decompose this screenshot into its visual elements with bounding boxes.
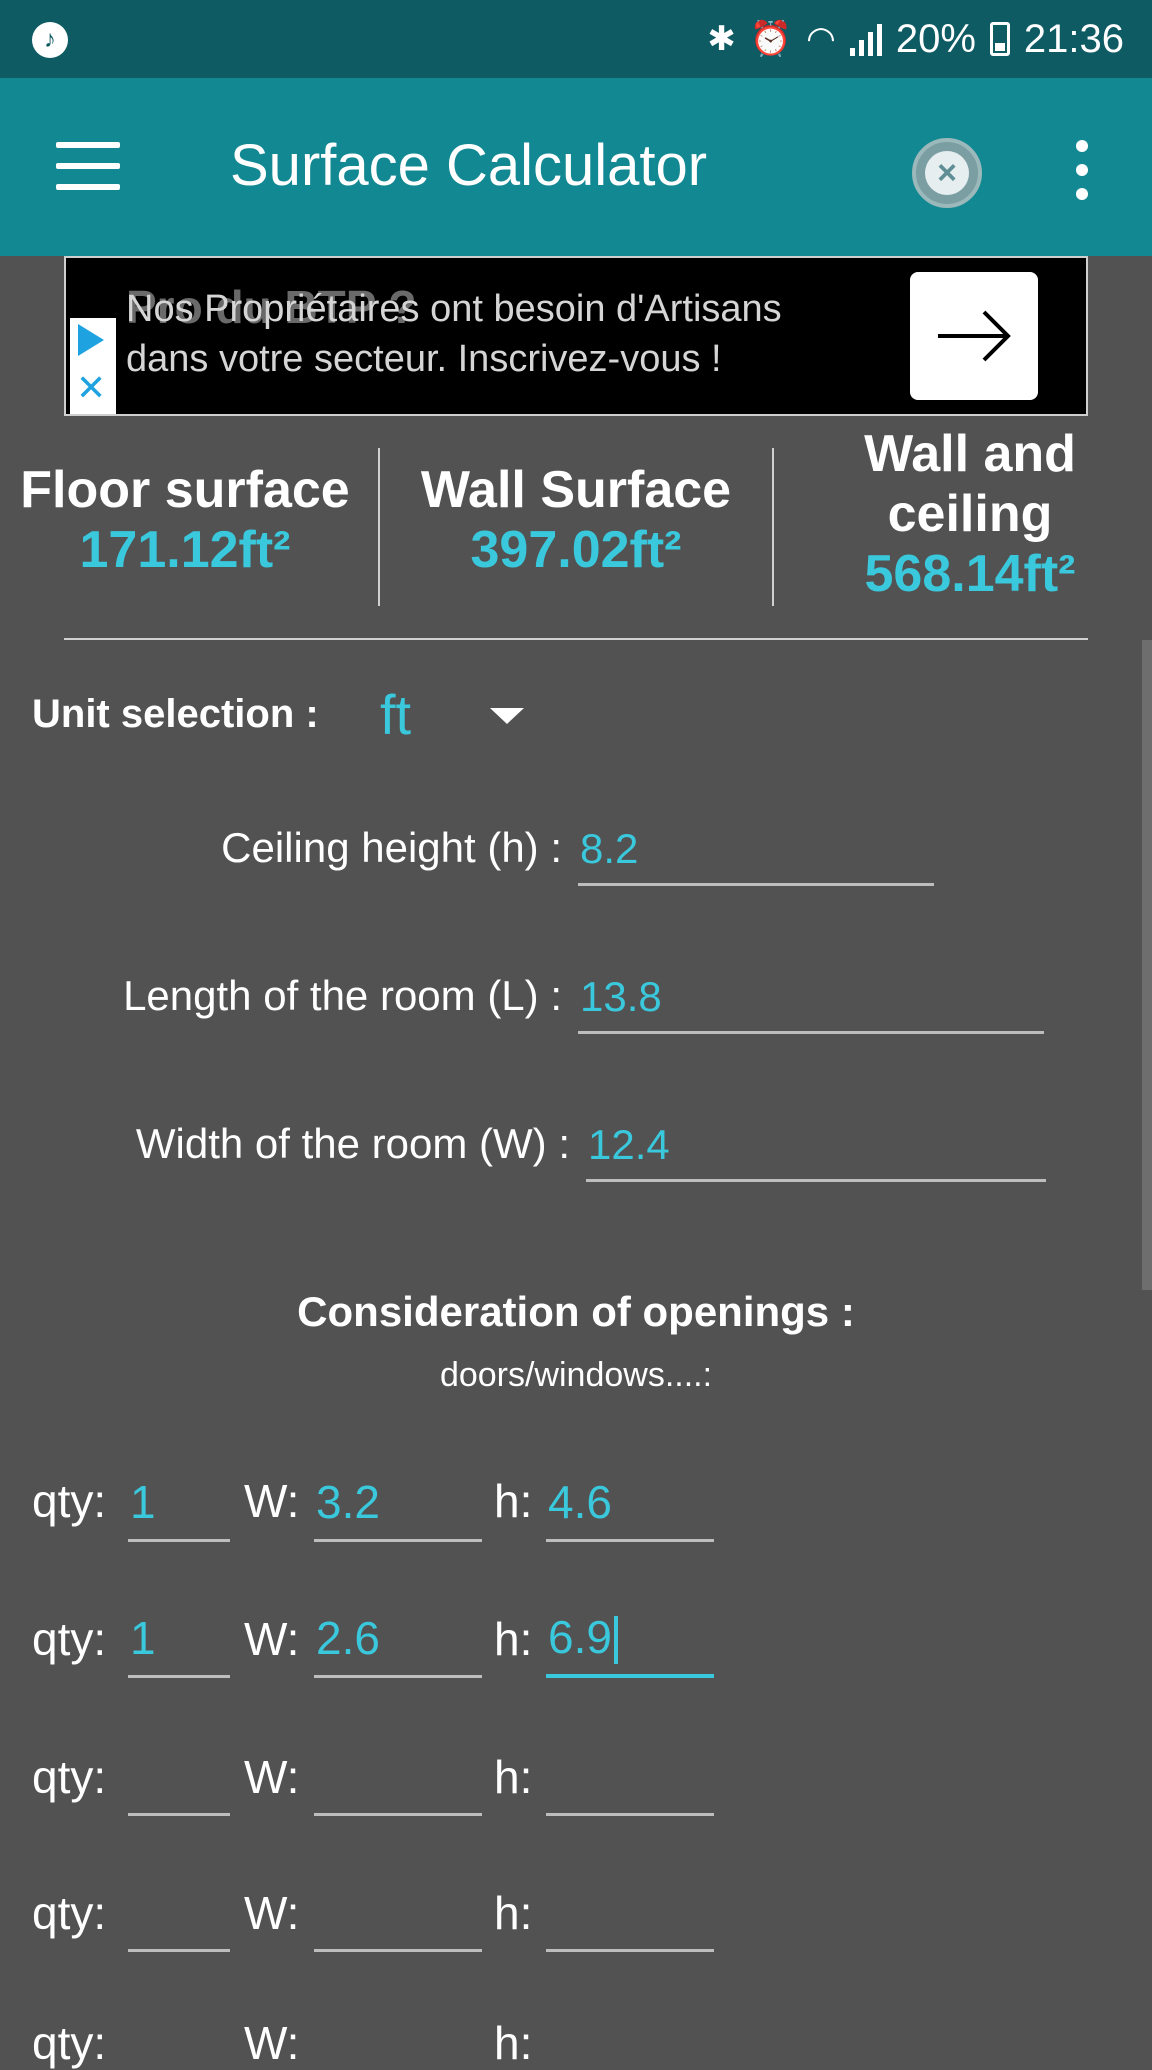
wall-ceiling-label-line-1: Wall and	[864, 425, 1076, 483]
ad-banner[interactable]: Pro du BTP ? Nos Propriétaires ont besoi…	[64, 256, 1088, 416]
dropdown-arrow-icon[interactable]	[490, 708, 524, 724]
opening-height-input[interactable]: 4.6	[546, 1470, 714, 1542]
height-label: h:	[494, 1751, 533, 1803]
app-title: Surface Calculator	[230, 133, 708, 198]
opening-width-input[interactable]: 3.2	[314, 1470, 482, 1542]
opening-height-value-wrap: 6.9	[548, 1610, 618, 1664]
opening-width-input[interactable]: 2.6	[314, 1606, 482, 1678]
opening-qty-input[interactable]	[128, 1744, 230, 1816]
qty-label: qty:	[32, 1751, 107, 1803]
opening-width-input[interactable]	[314, 1880, 482, 1952]
room-length-input[interactable]: 13.8	[578, 966, 1044, 1034]
floor-surface-label: Floor surface	[20, 461, 350, 519]
floor-surface-summary: Floor surface 171.12ft²	[0, 460, 370, 580]
alarm-icon: ⏰	[749, 20, 793, 58]
app-bar: Surface Calculator ×	[0, 78, 1152, 256]
wall-surface-value: 397.02ft²	[470, 521, 682, 579]
scrollbar[interactable]	[1142, 640, 1152, 1290]
opening-width-input[interactable]	[314, 1744, 482, 1816]
wall-surface-summary: Wall Surface 397.02ft²	[390, 460, 762, 580]
hamburger-menu-icon[interactable]	[56, 142, 120, 190]
wall-ceiling-value: 568.14ft²	[864, 545, 1076, 603]
opening-height-input-focused[interactable]: 6.9	[546, 1606, 714, 1678]
room-width-input[interactable]: 12.4	[586, 1114, 1046, 1182]
height-label: h:	[494, 2017, 533, 2069]
opening-qty-value: 1	[130, 1476, 156, 1528]
battery-percent: 20%	[895, 16, 976, 61]
unit-selection-label: Unit selection :	[32, 692, 319, 736]
adchoices-icon[interactable]: ✕	[70, 318, 116, 414]
height-label: h:	[494, 1475, 533, 1527]
divider	[378, 448, 380, 606]
room-length-label: Length of the room (L) :	[123, 972, 562, 1019]
wall-ceiling-summary: Wall and ceiling 568.14ft²	[790, 424, 1150, 604]
unit-select[interactable]: ft	[380, 682, 411, 747]
ceiling-height-input[interactable]: 8.2	[578, 818, 934, 886]
opening-qty-value: 1	[130, 1612, 156, 1664]
wall-surface-label: Wall Surface	[420, 461, 732, 519]
status-bar: ♪ ✱ ⏰ ◠ 20% 21:36	[0, 0, 1152, 78]
room-length-value: 13.8	[580, 973, 662, 1020]
qty-label: qty:	[32, 1613, 107, 1665]
opening-qty-input[interactable]	[128, 1880, 230, 1952]
ad-arrow-button[interactable]	[910, 272, 1038, 400]
battery-icon	[989, 22, 1010, 56]
status-icons: ✱ ⏰ ◠ 20% 21:36	[707, 14, 1124, 64]
floor-surface-value: 171.12ft²	[79, 521, 291, 579]
openings-subtitle: doors/windows....:	[439, 1356, 713, 1394]
opening-width-value: 3.2	[316, 1476, 380, 1528]
qty-label: qty:	[32, 2017, 107, 2069]
opening-height-input[interactable]	[546, 1744, 714, 1816]
room-width-label: Width of the room (W) :	[135, 1120, 570, 1167]
height-label: h:	[494, 1613, 533, 1665]
divider	[772, 448, 774, 606]
opening-qty-input[interactable]: 1	[128, 1606, 230, 1678]
music-icon: ♪	[32, 22, 68, 58]
bluetooth-icon: ✱	[707, 20, 736, 58]
room-width-value: 12.4	[588, 1121, 670, 1168]
width-label: W:	[244, 1613, 300, 1665]
surface-summary: Floor surface 171.12ft² Wall Surface 397…	[0, 420, 1152, 640]
opening-height-input[interactable]	[546, 1880, 714, 1952]
wall-ceiling-label-line-2: ceiling	[887, 485, 1053, 543]
opening-height-value: 6.9	[548, 1611, 612, 1663]
opening-height-value: 4.6	[548, 1476, 612, 1528]
opening-qty-input[interactable]: 1	[128, 1470, 230, 1542]
clear-icon[interactable]: ×	[912, 138, 982, 208]
overflow-menu-icon[interactable]	[1070, 140, 1094, 200]
width-label: W:	[244, 2017, 300, 2069]
signal-icon	[849, 22, 882, 56]
ad-text-line-2: dans votre secteur. Inscrivez-vous !	[126, 338, 722, 380]
height-label: h:	[494, 1887, 533, 1939]
openings-title: Consideration of openings :	[297, 1288, 855, 1335]
ceiling-height-label: Ceiling height (h) :	[221, 824, 562, 871]
text-cursor	[613, 1616, 618, 1664]
wifi-icon: ◠	[806, 20, 836, 58]
width-label: W:	[244, 1751, 300, 1803]
ad-text-line-1: Nos Propriétaires ont besoin d'Artisans	[126, 288, 782, 330]
ceiling-height-value: 8.2	[580, 825, 639, 872]
clock: 21:36	[1023, 16, 1124, 61]
width-label: W:	[244, 1475, 300, 1527]
qty-label: qty:	[32, 1887, 107, 1939]
width-label: W:	[244, 1887, 300, 1939]
qty-label: qty:	[32, 1475, 107, 1527]
summary-divider	[64, 638, 1088, 640]
opening-width-value: 2.6	[316, 1612, 380, 1664]
arrow-right-icon	[938, 310, 1011, 362]
